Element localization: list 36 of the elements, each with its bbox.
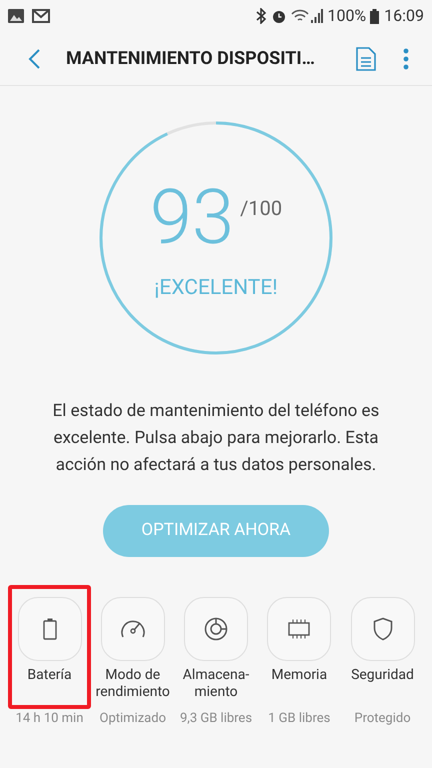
item-label: Almacena-miento bbox=[182, 667, 250, 701]
maintenance-item[interactable]: Batería bbox=[8, 585, 91, 709]
score-max: /100 bbox=[240, 195, 282, 222]
item-detail: Protegido bbox=[353, 710, 412, 728]
disc-icon bbox=[204, 617, 228, 641]
back-icon bbox=[27, 48, 41, 70]
item-label: Batería bbox=[26, 667, 73, 684]
alarm-icon bbox=[271, 8, 288, 24]
shield-icon bbox=[372, 617, 392, 641]
battery-icon bbox=[42, 618, 56, 640]
item-label: Modo de rendimiento bbox=[94, 667, 171, 701]
status-message: El estado de mantenimiento del teléfono es excelente. Pulsa abajo para mejorarlo. Esta acción no afectará a tus datos personales. bbox=[52, 400, 380, 477]
item-detail: Optimizado bbox=[98, 710, 167, 728]
battery-icon bbox=[370, 8, 380, 24]
item-detail: 9,3 GB libres bbox=[178, 710, 254, 728]
chip-icon bbox=[287, 619, 312, 639]
wifi-icon bbox=[291, 9, 310, 23]
maintenance-item[interactable]: Modo de rendimiento bbox=[91, 585, 174, 709]
bluetooth-icon bbox=[255, 8, 268, 24]
item-detail: 14 h 10 min bbox=[14, 710, 84, 728]
score-rating: ¡EXCELENTE! bbox=[154, 275, 278, 302]
battery-percent: 100% bbox=[327, 5, 366, 27]
image-icon bbox=[8, 9, 24, 23]
score-value: 93 bbox=[150, 179, 234, 256]
maintenance-item[interactable]: Memoria bbox=[258, 585, 341, 709]
clock: 16:09 bbox=[384, 5, 424, 27]
item-label: Memoria bbox=[270, 667, 328, 684]
mail-icon bbox=[32, 9, 50, 23]
item-label: Seguridad bbox=[350, 667, 415, 684]
more-icon bbox=[403, 48, 409, 70]
page-title: MANTENIMIENTO DISPOSITI… bbox=[66, 47, 315, 71]
maintenance-item[interactable]: Seguridad bbox=[341, 585, 424, 709]
maintenance-item[interactable]: Almacena-miento bbox=[174, 585, 258, 709]
document-icon bbox=[356, 46, 376, 70]
item-detail: 1 GB libres bbox=[267, 710, 332, 728]
signal-icon bbox=[311, 9, 324, 23]
